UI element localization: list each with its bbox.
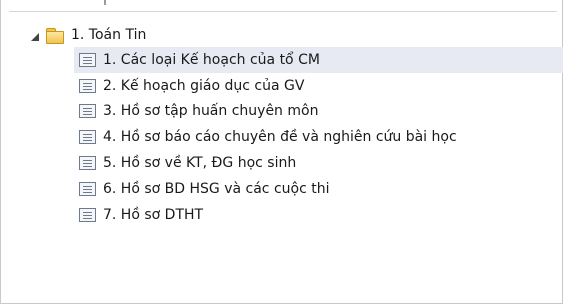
document-list-icon [79, 79, 96, 93]
document-list-icon [79, 156, 96, 170]
document-list-icon [79, 104, 96, 118]
scrollbar-thumb[interactable] [104, 0, 106, 5]
document-list-icon [79, 130, 96, 144]
document-list-icon [79, 208, 96, 222]
tree-item-label: 7. Hồ sơ DTHT [103, 207, 204, 223]
tree-panel: 1. Toán Tin 1. Các loại Kế hoạch của tổ … [0, 0, 563, 304]
document-list-icon [79, 53, 96, 67]
tree-item-6[interactable]: 6. Hồ sơ BD HSG và các cuộc thi [79, 176, 563, 202]
tree-item-1[interactable]: 1. Các loại Kế hoạch của tổ CM [74, 47, 563, 73]
tree-node-label: 1. Toán Tin [71, 27, 147, 43]
tree-item-label: 4. Hồ sơ báo cáo chuyên đề và nghiên cứu… [103, 129, 457, 145]
tree-item-7[interactable]: 7. Hồ sơ DTHT [79, 202, 563, 228]
horizontal-scrollbar[interactable] [9, 0, 557, 12]
tree-item-label: 5. Hồ sơ về KT, ĐG học sinh [103, 155, 297, 171]
tree-item-label: 2. Kế hoạch giáo dục của GV [103, 78, 305, 94]
folder-icon [45, 27, 65, 44]
tree-item-label: 1. Các loại Kế hoạch của tổ CM [103, 52, 320, 68]
tree-item-label: 6. Hồ sơ BD HSG và các cuộc thi [103, 181, 330, 197]
tree-item-3[interactable]: 3. Hồ sơ tập huấn chuyên môn [79, 98, 563, 124]
document-list-icon [79, 182, 96, 196]
collapse-arrow-icon[interactable] [31, 33, 39, 41]
tree-item-4[interactable]: 4. Hồ sơ báo cáo chuyên đề và nghiên cứu… [79, 124, 563, 150]
tree-node-toan-tin[interactable]: 1. Toán Tin [31, 22, 146, 48]
tree-item-label: 3. Hồ sơ tập huấn chuyên môn [103, 103, 319, 119]
tree-item-2[interactable]: 2. Kế hoạch giáo dục của GV [79, 73, 563, 99]
tree-item-5[interactable]: 5. Hồ sơ về KT, ĐG học sinh [79, 150, 563, 176]
